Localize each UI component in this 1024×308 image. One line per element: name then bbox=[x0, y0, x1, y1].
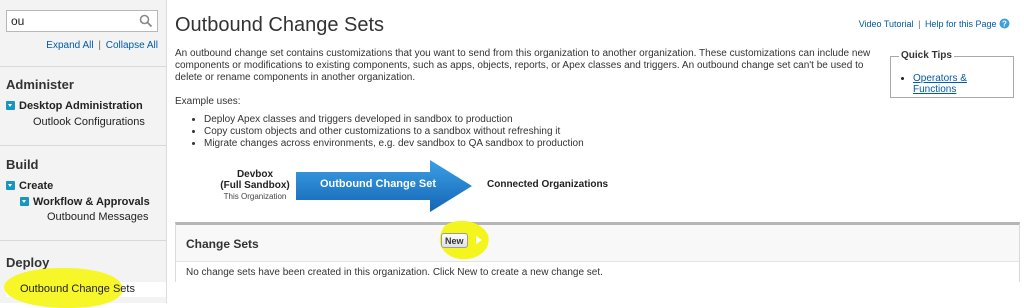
source-org-name: Devbox bbox=[236, 169, 274, 180]
help-for-page-link[interactable]: Help for this Page bbox=[925, 19, 997, 29]
page-title: Outbound Change Sets bbox=[175, 14, 385, 36]
source-org-sub: This Organization bbox=[223, 192, 287, 201]
svg-text:?: ? bbox=[1002, 19, 1007, 28]
tree-item-outbound-messages[interactable]: Outbound Messages bbox=[47, 211, 149, 223]
separator: | bbox=[98, 40, 101, 51]
tree-item-outbound-change-sets[interactable]: Outbound Change Sets bbox=[20, 283, 135, 295]
section-build[interactable]: Build bbox=[6, 157, 39, 172]
section-administer[interactable]: Administer bbox=[6, 77, 74, 92]
collapse-toggle-icon[interactable] bbox=[6, 181, 15, 190]
page-description: An outbound change set contains customiz… bbox=[175, 48, 871, 83]
tree-item-label: Create bbox=[19, 180, 54, 192]
list-item: Deploy Apex classes and triggers develop… bbox=[204, 114, 584, 126]
change-sets-panel: Change Sets No change sets have been cre… bbox=[175, 222, 1020, 283]
list-item: Migrate changes across environments, e.g… bbox=[204, 138, 584, 150]
separator: | bbox=[918, 19, 921, 29]
operators-functions-link[interactable]: Operators & Functions bbox=[913, 73, 967, 95]
collapse-all-link[interactable]: Collapse All bbox=[106, 40, 158, 51]
collapse-toggle-icon[interactable] bbox=[20, 197, 29, 206]
tree-item-desktop-administration[interactable]: Desktop Administration bbox=[6, 100, 143, 112]
tree-item-outlook-configurations[interactable]: Outlook Configurations bbox=[33, 116, 145, 128]
new-change-set-button[interactable]: New bbox=[441, 233, 468, 248]
tree-item-label: Workflow & Approvals bbox=[33, 196, 150, 208]
divider bbox=[0, 145, 166, 146]
tree-item-workflow-approvals[interactable]: Workflow & Approvals bbox=[20, 196, 150, 208]
tree-item-create[interactable]: Create bbox=[6, 180, 53, 192]
connected-organizations-label: Connected Organizations bbox=[487, 179, 609, 190]
panel-header: Change Sets bbox=[176, 225, 1019, 261]
section-deploy[interactable]: Deploy bbox=[6, 255, 49, 270]
quick-tips-box: Quick Tips Operators & Functions bbox=[890, 50, 1014, 98]
panel-body: No change sets have been created in this… bbox=[176, 261, 1019, 283]
panel-title: Change Sets bbox=[186, 237, 259, 251]
source-org-type: (Full Sandbox) bbox=[220, 180, 290, 191]
arrow-label: Outbound Change Set bbox=[319, 178, 437, 190]
collapse-toggle-icon[interactable] bbox=[6, 101, 15, 110]
example-uses-list: Deploy Apex classes and triggers develop… bbox=[190, 114, 584, 150]
expand-all-link[interactable]: Expand All bbox=[46, 40, 93, 51]
empty-message: No change sets have been created in this… bbox=[186, 267, 603, 278]
example-uses-label: Example uses: bbox=[175, 96, 241, 107]
search-icon[interactable] bbox=[139, 14, 153, 28]
search-input[interactable] bbox=[11, 13, 131, 29]
tree-item-label: Desktop Administration bbox=[19, 100, 143, 112]
diagram-source-org: Devbox (Full Sandbox) This Organization bbox=[210, 169, 300, 202]
divider bbox=[0, 240, 166, 241]
search-box[interactable] bbox=[6, 10, 158, 32]
help-links: Video Tutorial | Help for this Page ? bbox=[859, 18, 1010, 29]
divider bbox=[0, 66, 166, 67]
help-question-icon[interactable]: ? bbox=[999, 18, 1010, 29]
expand-collapse-links: Expand All | Collapse All bbox=[46, 40, 158, 51]
sidebar: Expand All | Collapse All Administer Des… bbox=[0, 0, 167, 303]
list-item: Copy custom objects and other customizat… bbox=[204, 126, 584, 138]
quick-tips-title: Quick Tips bbox=[899, 50, 954, 61]
video-tutorial-link[interactable]: Video Tutorial bbox=[859, 19, 914, 29]
